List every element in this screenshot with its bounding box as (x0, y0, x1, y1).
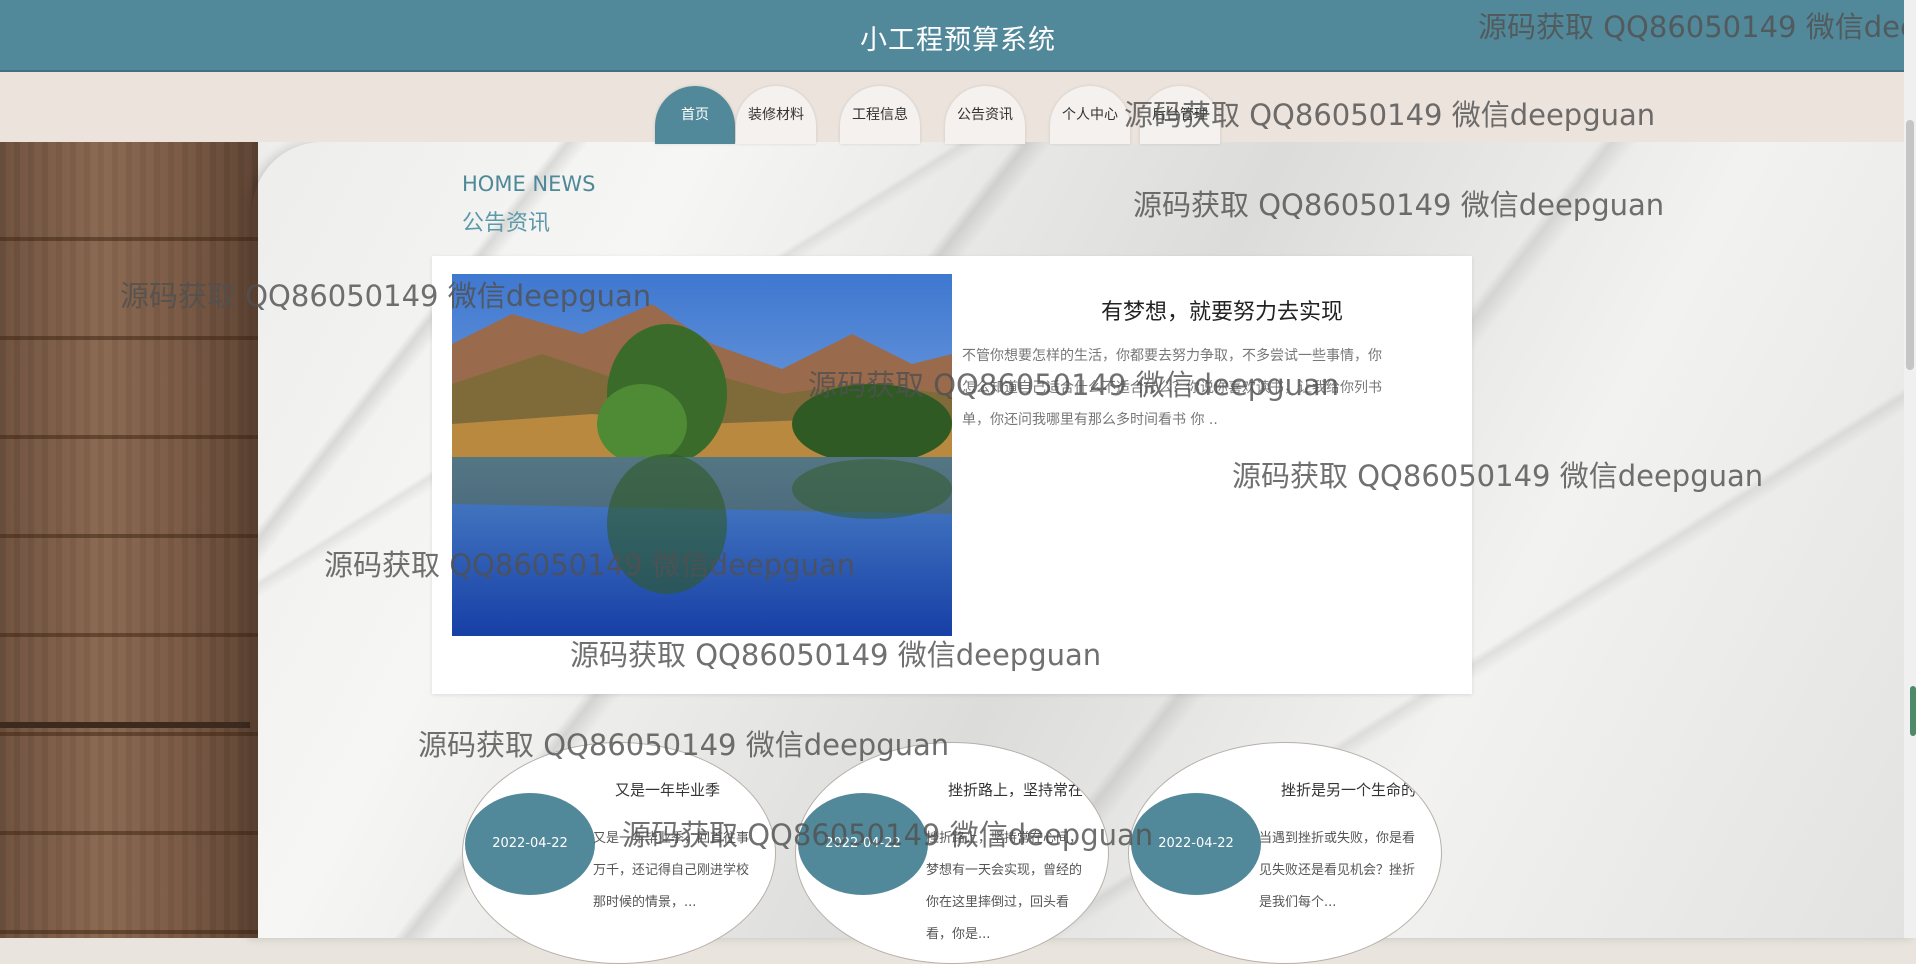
news-heading-en: HOME NEWS (462, 172, 596, 196)
watermark-text: 源码获取 QQ86050149 微信deepguan (808, 368, 1340, 402)
nav-user-center[interactable]: 个人中心 (1050, 86, 1130, 144)
news-card-text: 当遇到挫折或失败，你是看见失败还是看见机会？挫折是我们每个... (1259, 831, 1416, 910)
news-heading-cn: 公告资讯 (462, 211, 551, 236)
nav-projects[interactable]: 工程信息 (840, 86, 920, 144)
page-scrollbar[interactable] (1904, 0, 1916, 938)
nav-announcements[interactable]: 公告资讯 (945, 86, 1025, 144)
watermark-text: 源码获取 QQ86050149 微信deepguan (622, 818, 1154, 852)
watermark-text: 源码获取 QQ86050149 微信deepguan (418, 728, 950, 762)
watermark-text: 源码获取 QQ86050149 微信deepguan (570, 638, 1102, 672)
news-card-title: 又是一年毕业季 (615, 781, 721, 799)
news-card-title: 挫折路上，坚持常在... (948, 781, 1096, 799)
news-card[interactable]: 2022-04-22 挫折是另一个生命的... 当遇到挫折或失败，你是看见失败还… (1128, 742, 1442, 964)
nav-materials[interactable]: 装修材料 (736, 86, 816, 144)
floating-widget-tab[interactable] (1910, 686, 1916, 736)
wood-panel-decoration (0, 142, 258, 938)
scrollbar-thumb[interactable] (1906, 120, 1914, 370)
watermark-text: 源码获取 QQ86050149 微信deepguan (1232, 459, 1764, 493)
watermark-text: 源码获取 QQ86050149 微信deepguan (120, 279, 652, 313)
watermark-text: 源码获取 QQ86050149 微信deepguan (324, 548, 856, 582)
news-card-date: 2022-04-22 (465, 793, 595, 895)
watermark-text: 源码获取 QQ86050149 微信deepguan (1133, 188, 1665, 222)
news-card-title: 挫折是另一个生命的... (1281, 781, 1429, 799)
watermark-text: 源码获取 QQ86050149 微信deepguan (1478, 10, 1916, 44)
nav-home[interactable]: 首页 (655, 86, 735, 144)
feature-title: 有梦想，就要努力去实现 (1100, 300, 1343, 325)
watermark-text: 源码获取 QQ86050149 微信deepguan (1124, 98, 1656, 132)
